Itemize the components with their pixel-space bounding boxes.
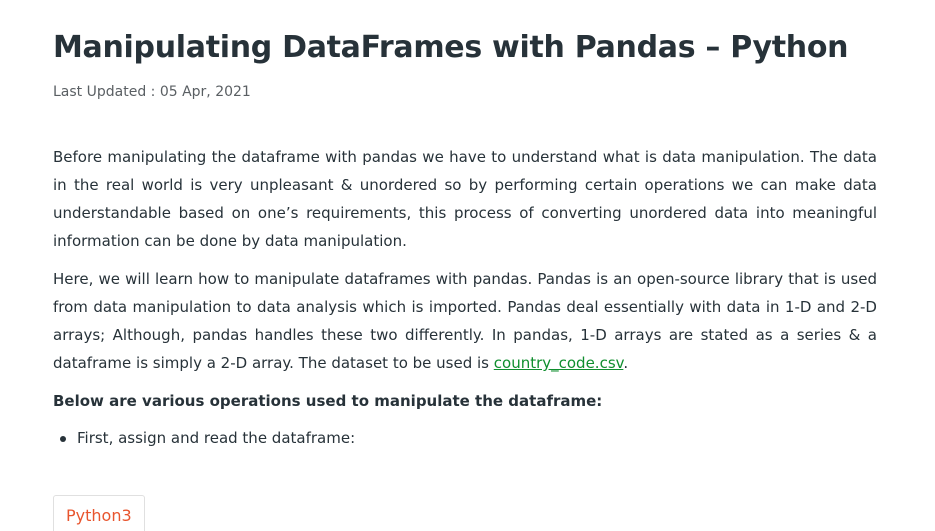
dataset-link[interactable]: country_code.csv <box>494 354 624 372</box>
intro-paragraph: Before manipulating the dataframe with p… <box>53 148 877 250</box>
operations-list: First, assign and read the dataframe: <box>53 424 877 452</box>
code-language-tab[interactable]: Python3 <box>53 495 145 531</box>
last-updated-date: Last Updated : 05 Apr, 2021 <box>53 84 251 100</box>
pandas-paragraph: Here, we will learn how to manipulate da… <box>53 265 877 377</box>
pandas-paragraph-end: . <box>623 354 629 372</box>
pandas-paragraph-text: Here, we will learn how to manipulate da… <box>53 270 877 372</box>
operations-heading: Below are various operations used to man… <box>53 392 603 410</box>
list-item: First, assign and read the dataframe: <box>60 424 877 452</box>
article-body: Before manipulating the dataframe with p… <box>53 143 877 452</box>
bullet-dot-icon <box>60 436 66 442</box>
list-item-text: First, assign and read the dataframe: <box>77 429 356 447</box>
article-title: Manipulating DataFrames with Pandas – Py… <box>53 30 849 65</box>
